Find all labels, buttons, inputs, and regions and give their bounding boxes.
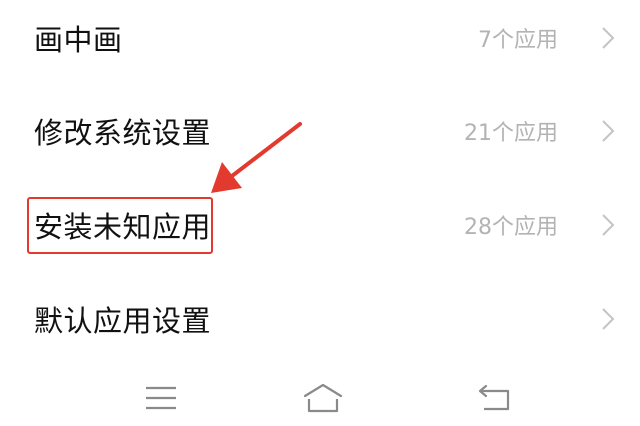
- settings-row-picture-in-picture[interactable]: 画中画 7个应用: [0, 8, 640, 68]
- highlight-box: [27, 197, 213, 254]
- menu-button[interactable]: [136, 378, 186, 418]
- row-value: 28个应用: [464, 215, 558, 240]
- home-icon: [303, 383, 343, 413]
- menu-icon: [146, 386, 176, 410]
- row-title: 修改系统设置: [34, 116, 212, 150]
- settings-row-default-app-settings[interactable]: 默认应用设置: [0, 289, 640, 349]
- row-value: 7个应用: [478, 28, 558, 53]
- chevron-right-icon: [602, 308, 615, 330]
- navigation-bar: [0, 372, 640, 426]
- app-settings-screen: 画中画 7个应用 修改系统设置 21个应用 安装未知应用 28个应用 默认应用设…: [0, 0, 640, 426]
- row-title: 默认应用设置: [34, 304, 212, 338]
- chevron-right-icon: [602, 120, 615, 142]
- chevron-right-icon: [602, 27, 615, 49]
- settings-row-modify-system-settings[interactable]: 修改系统设置 21个应用: [0, 101, 640, 161]
- back-icon: [478, 384, 510, 411]
- row-value: 21个应用: [464, 121, 558, 146]
- back-button[interactable]: [470, 378, 520, 418]
- row-title: 画中画: [34, 23, 123, 57]
- home-button[interactable]: [298, 378, 348, 418]
- chevron-right-icon: [602, 214, 615, 236]
